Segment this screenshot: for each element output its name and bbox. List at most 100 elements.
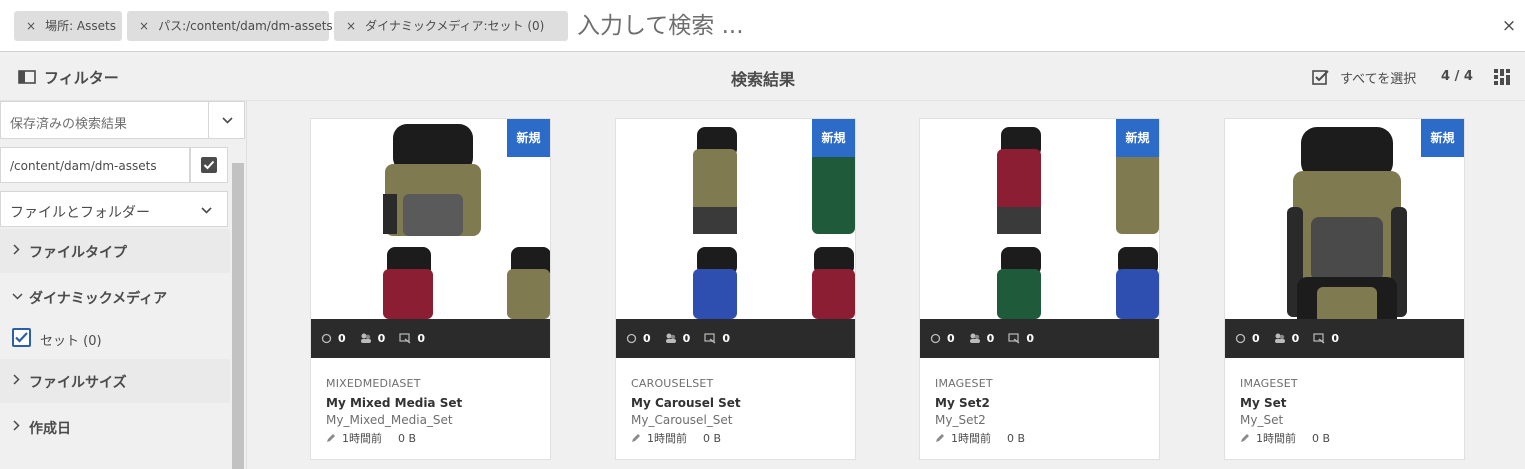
sync-icon — [626, 333, 637, 344]
stat-collaborators: 0 — [360, 332, 386, 345]
asset-card[interactable]: 新規 0 0 0 MIXEDMEDIASET My Mixed Media Se… — [310, 118, 551, 460]
checkbox[interactable] — [12, 328, 31, 347]
asset-modified: 1時間前 0 B — [1240, 430, 1460, 446]
set-filter-checkbox[interactable]: セット (0) — [0, 318, 230, 358]
filter-sidebar: 保存済みの検索結果 /content/dam/dm-assets ファイルとフォ… — [0, 101, 247, 469]
select-all-button[interactable]: すべてを選択 — [1312, 67, 1416, 87]
filter-section-dynamic-media[interactable]: ダイナミックメディア — [0, 275, 230, 319]
tag-close-icon[interactable]: × — [346, 11, 356, 41]
stat-collaborators: 0 — [969, 332, 994, 345]
page-title: 検索結果 — [730, 70, 795, 89]
rail-toggle-icon — [18, 70, 36, 84]
asset-name: My_Set — [1240, 413, 1284, 427]
asset-type: IMAGESET — [935, 377, 993, 390]
stat-collaborators: 0 — [1274, 332, 1300, 345]
stat-value: 0 — [417, 332, 425, 345]
sidebar-scrollbar[interactable] — [232, 163, 244, 469]
chevron-right-icon — [13, 420, 20, 431]
card-stats-bar: 0 0 0 — [616, 319, 855, 358]
asset-title[interactable]: My Set2 — [935, 396, 1155, 410]
select-all-icon — [1312, 70, 1329, 85]
stat-annotations: 0 — [1313, 332, 1339, 345]
asset-thumbnail[interactable]: 新規 0 0 0 — [1225, 119, 1464, 358]
file-folder-select[interactable]: ファイルとフォルダー — [0, 191, 228, 227]
comment-icon — [704, 333, 716, 344]
stat-value: 0 — [947, 332, 955, 345]
stat-value: 0 — [682, 332, 691, 345]
users-icon — [665, 333, 676, 343]
asset-thumbnail[interactable]: 新規 0 0 0 — [311, 119, 550, 358]
stat-versions: 0 — [930, 332, 955, 345]
stat-value: 0 — [643, 332, 651, 345]
saved-search-dropdown-button[interactable] — [208, 102, 246, 138]
chevron-down-icon — [222, 116, 233, 124]
stat-value: 0 — [377, 332, 386, 345]
users-icon — [360, 333, 371, 343]
asset-card[interactable]: 新規 0 0 0 CAROUSELSET My Carousel Set My_… — [615, 118, 856, 460]
asset-card[interactable]: 新規 0 0 0 IMAGESET My Set2 My_Set2 1時間前 0… — [919, 118, 1160, 460]
tag-label: パス:/content/dam/dm-assets — [158, 19, 333, 33]
asset-size: 0 B — [398, 431, 417, 445]
results-toolbar: フィルター 検索結果 すべてを選択 4 / 4 — [0, 53, 1525, 101]
card-meta: IMAGESET My Set2 My_Set2 1時間前 0 B — [935, 377, 1155, 446]
path-browse-button[interactable] — [190, 147, 228, 183]
filter-section-label: ダイナミックメディア — [29, 291, 168, 307]
asset-name: My_Mixed_Media_Set — [326, 413, 453, 427]
checkbox-checked-icon — [201, 157, 217, 173]
saved-search-select[interactable]: 保存済みの検索結果 — [0, 101, 245, 139]
stat-value: 0 — [1291, 332, 1300, 345]
asset-thumbnail[interactable]: 新規 0 0 0 — [616, 119, 855, 358]
filter-toggle-button[interactable]: フィルター — [18, 66, 119, 88]
card-meta: MIXEDMEDIASET My Mixed Media Set My_Mixe… — [326, 377, 546, 446]
search-tag-path[interactable]: × パス:/content/dam/dm-assets — [127, 11, 333, 41]
search-bar: × 場所: Assets × パス:/content/dam/dm-assets ×… — [0, 0, 1525, 52]
filter-section-file-size[interactable]: ファイルサイズ — [0, 359, 230, 403]
stat-value: 0 — [722, 332, 730, 345]
sync-icon — [930, 333, 941, 344]
chevron-right-icon — [13, 374, 20, 385]
stat-annotations: 0 — [1008, 332, 1034, 345]
stat-versions: 0 — [1235, 332, 1260, 345]
stat-annotations: 0 — [704, 332, 730, 345]
asset-size: 0 B — [703, 431, 722, 445]
asset-type: IMAGESET — [1240, 377, 1298, 390]
pencil-icon — [1241, 434, 1249, 442]
pencil-icon — [936, 434, 944, 442]
pencil-icon — [632, 434, 640, 442]
tag-close-icon[interactable]: × — [26, 11, 36, 41]
stat-value: 0 — [1331, 332, 1339, 345]
asset-card[interactable]: 新規 0 0 0 IMAGESET My Set My_Set 1時間前 0 B — [1224, 118, 1465, 460]
pencil-icon — [327, 434, 335, 442]
select-all-label: すべてを選択 — [1340, 71, 1417, 87]
card-stats-bar: 0 0 0 — [920, 319, 1159, 358]
path-value: /content/dam/dm-assets — [10, 159, 157, 173]
search-tag-dynamic-media[interactable]: × ダイナミックメディア:セット (0) — [334, 11, 568, 41]
stat-value: 0 — [1252, 332, 1260, 345]
result-count: 4 / 4 — [1441, 69, 1473, 84]
asset-title[interactable]: My Mixed Media Set — [326, 396, 546, 410]
asset-modified: 1時間前 0 B — [326, 430, 546, 446]
stat-annotations: 0 — [399, 332, 425, 345]
scrollbar-thumb[interactable] — [232, 163, 244, 469]
asset-modified: 1時間前 0 B — [935, 430, 1155, 446]
filter-section-created[interactable]: 作成日 — [0, 405, 230, 449]
search-input[interactable] — [577, 10, 1457, 42]
search-tag-location[interactable]: × 場所: Assets — [14, 11, 122, 41]
asset-name: My_Carousel_Set — [631, 413, 733, 427]
filter-label: フィルター — [44, 68, 119, 87]
new-badge: 新規 — [1116, 119, 1159, 157]
tag-close-icon[interactable]: × — [139, 11, 149, 41]
close-icon[interactable]: × — [1500, 16, 1518, 36]
stat-value: 0 — [1026, 332, 1034, 345]
chevron-down-icon — [201, 207, 212, 214]
asset-thumbnail[interactable]: 新規 0 0 0 — [920, 119, 1159, 358]
comment-icon — [399, 333, 411, 344]
chevron-down-icon — [12, 293, 23, 300]
filter-section-file-type[interactable]: ファイルタイプ — [0, 229, 230, 273]
asset-title[interactable]: My Carousel Set — [631, 396, 851, 410]
asset-title[interactable]: My Set — [1240, 396, 1460, 410]
path-field[interactable]: /content/dam/dm-assets — [0, 147, 190, 183]
asset-size: 0 B — [1007, 431, 1026, 445]
view-switcher-icon[interactable] — [1494, 69, 1510, 85]
filter-section-label: 作成日 — [29, 421, 71, 437]
